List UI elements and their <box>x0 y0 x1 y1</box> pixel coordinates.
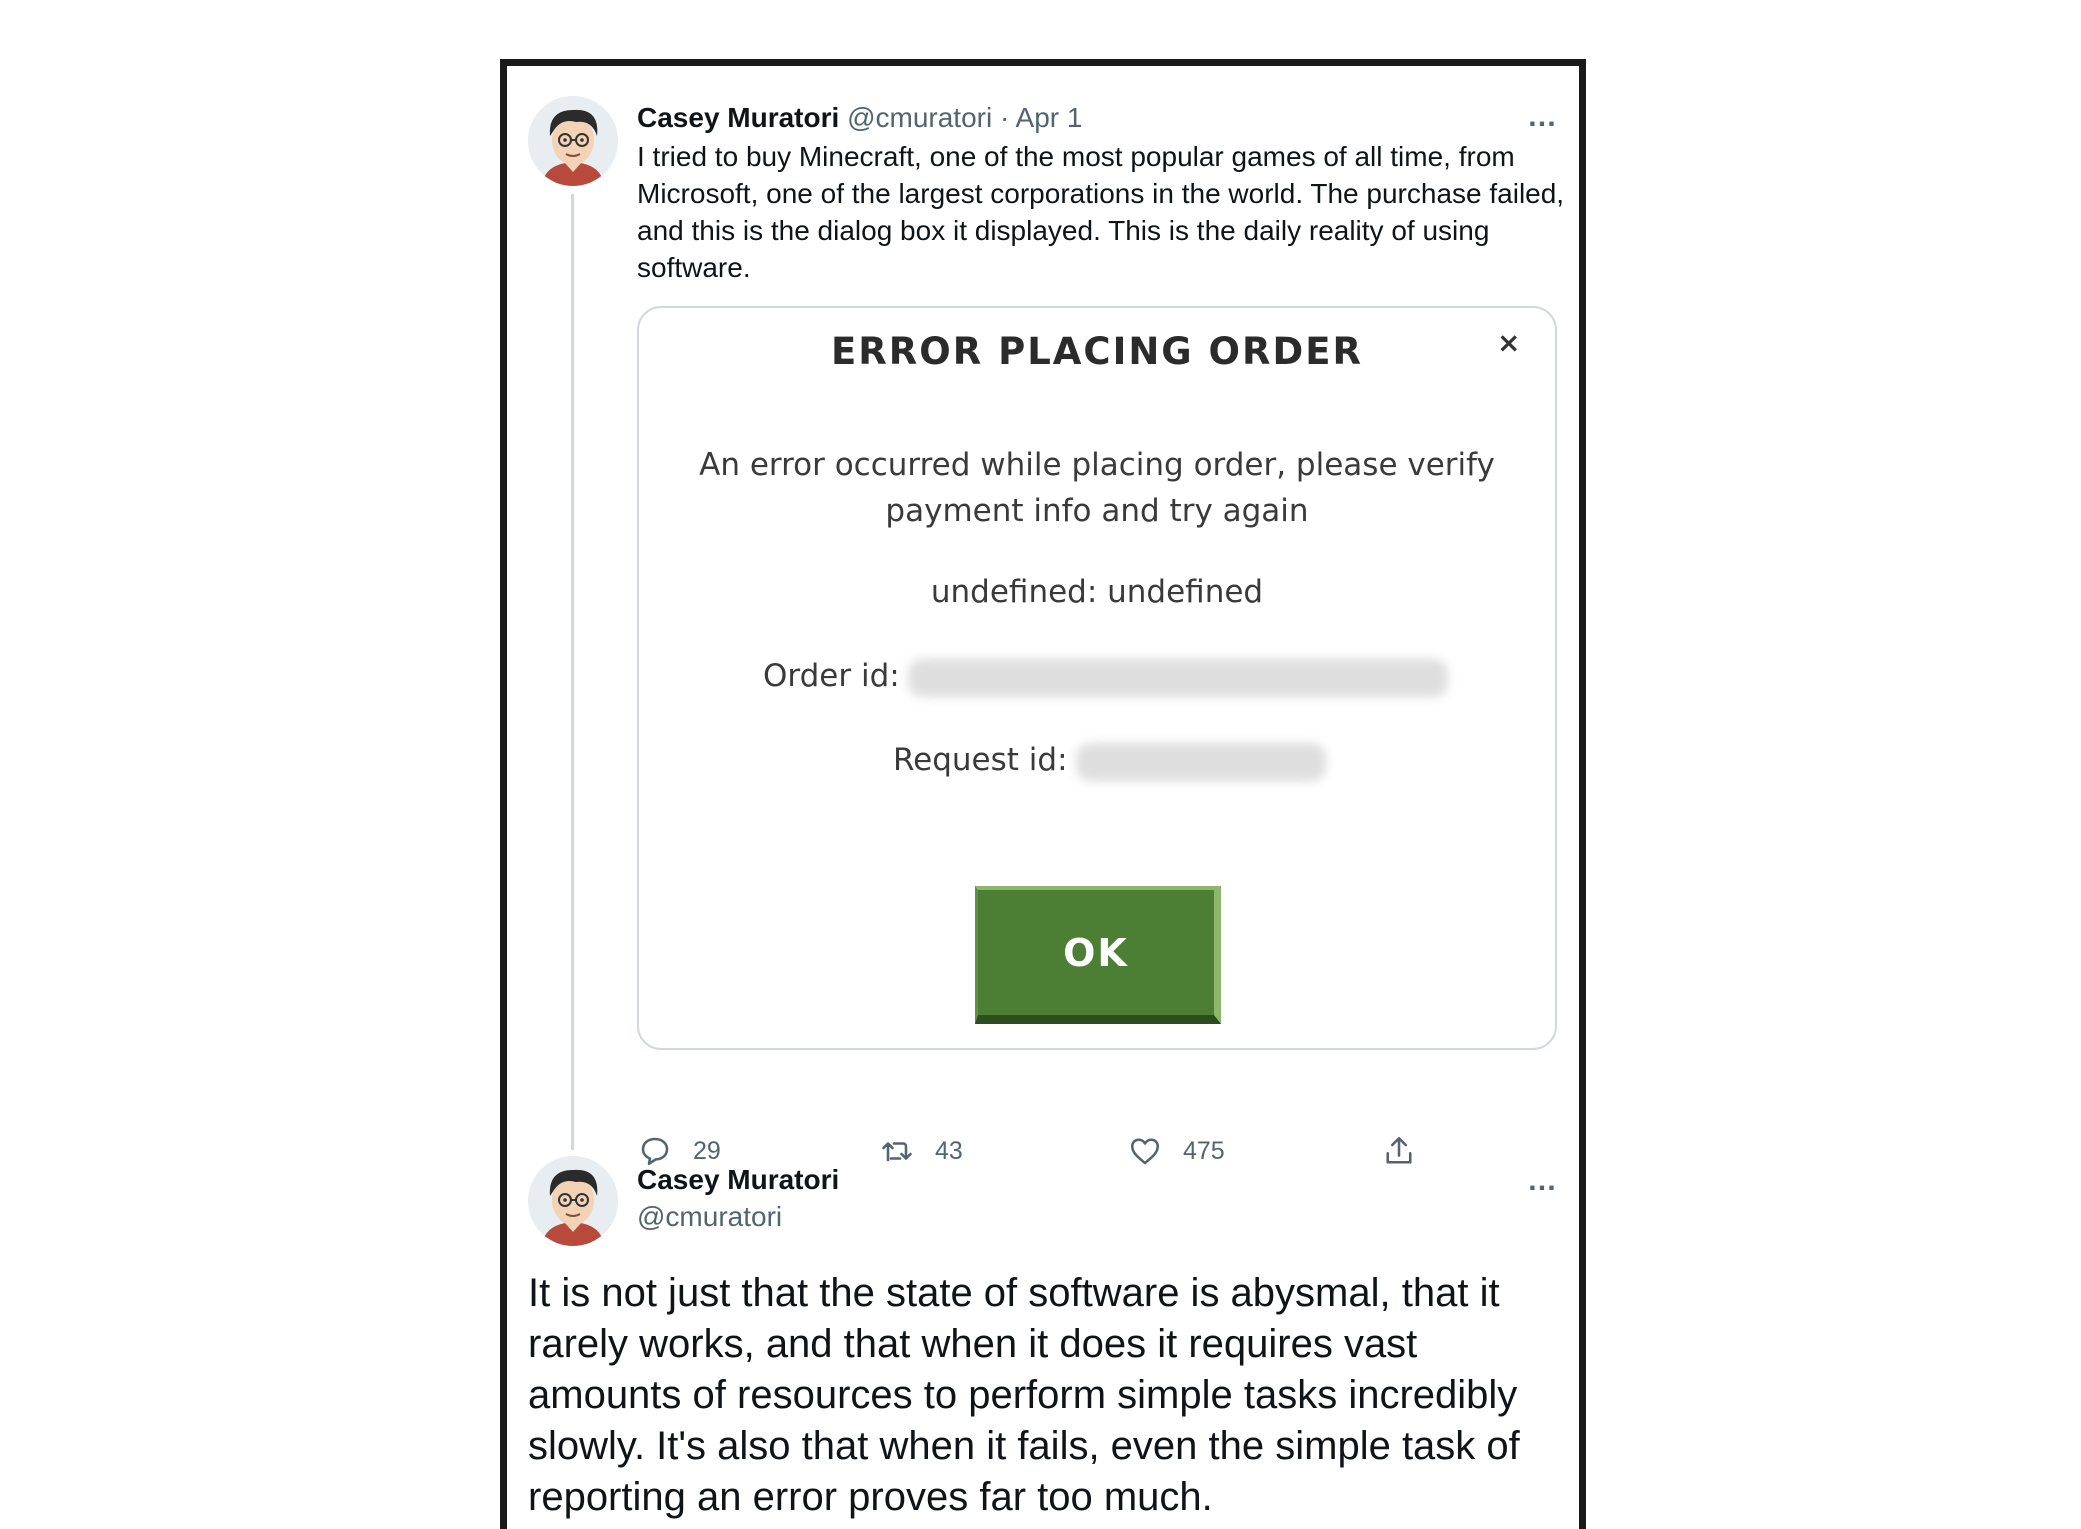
order-id-row: Order id: <box>763 658 1448 697</box>
avatar[interactable] <box>528 96 618 186</box>
request-id-row: Request id: <box>893 742 1326 781</box>
request-id-label: Request id: <box>893 742 1068 778</box>
request-id-redacted <box>1075 742 1326 781</box>
more-options-icon[interactable]: … <box>1527 102 1558 132</box>
retweet-icon <box>882 1142 912 1162</box>
avatar[interactable] <box>528 1156 618 1246</box>
tweet-thread: Casey Muratori @cmuratori · Apr 1 … I tr… <box>500 59 1586 1529</box>
order-id-label: Order id: <box>763 658 900 694</box>
dialog-title: ERROR PLACING ORDER <box>831 330 1363 373</box>
order-id-redacted <box>907 658 1448 697</box>
author-handle[interactable]: @cmuratori <box>637 1199 782 1235</box>
avatar-portrait-icon <box>528 96 618 186</box>
share-button[interactable] <box>1381 1130 1417 1172</box>
more-options-icon[interactable]: … <box>1527 1166 1558 1196</box>
like-icon <box>1130 1138 1160 1165</box>
ok-button: OK <box>975 886 1221 1024</box>
close-icon: × <box>1497 326 1521 359</box>
thread-connector-line <box>571 194 574 1150</box>
author-name[interactable]: Casey Muratori <box>637 102 839 133</box>
like-count: 475 <box>1183 1136 1225 1165</box>
error-detail: undefined: undefined <box>930 574 1264 610</box>
tweet-text: It is not just that the state of softwar… <box>528 1271 1520 1519</box>
tweet-header: Casey Muratori @cmuratori · Apr 1 <box>637 98 1082 138</box>
tweet-media-image[interactable]: ERROR PLACING ORDER × An error occurred … <box>637 306 1557 1050</box>
author-handle[interactable]: @cmuratori <box>847 102 992 133</box>
share-icon <box>1386 1136 1412 1164</box>
retweet-button[interactable]: 43 <box>879 1130 963 1172</box>
retweet-count: 43 <box>935 1136 963 1165</box>
author-name[interactable]: Casey Muratori <box>637 1162 839 1198</box>
avatar-portrait-icon <box>528 1156 618 1246</box>
tweet-text: I tried to buy Minecraft, one of the mos… <box>637 141 1565 283</box>
like-button[interactable]: 475 <box>1127 1130 1225 1172</box>
separator-dot: · <box>999 102 1010 133</box>
tweet-date[interactable]: Apr 1 <box>1016 102 1083 133</box>
dialog-message: An error occurred while placing order, p… <box>699 447 1495 529</box>
